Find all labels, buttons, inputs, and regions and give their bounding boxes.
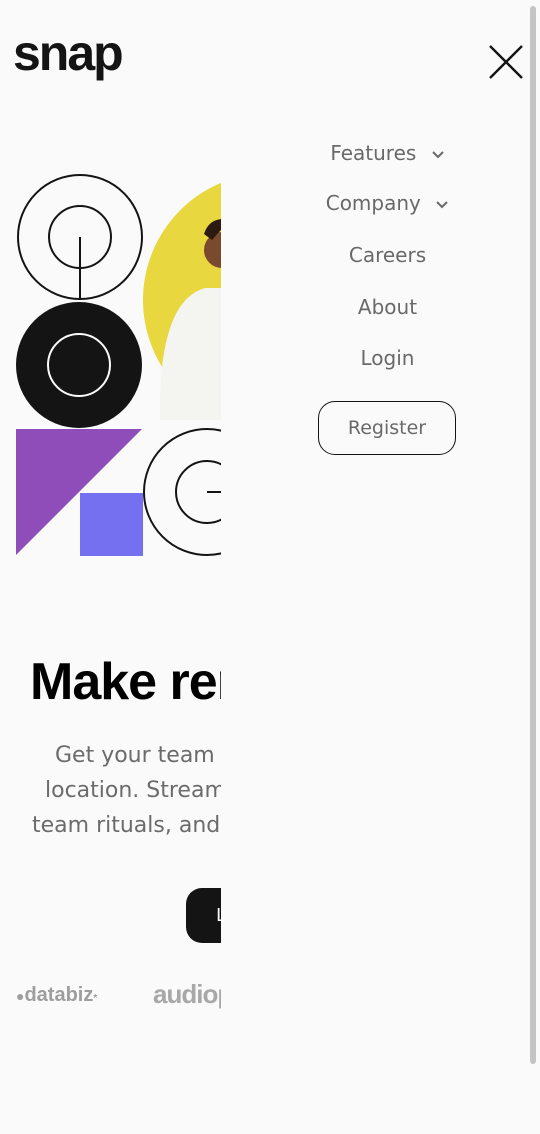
nav-item-careers[interactable]: Careers: [250, 243, 525, 267]
hero-description-line: team rituals, and watch productivity soa…: [32, 813, 221, 838]
nav-item-label: Company: [325, 191, 421, 215]
close-icon: [489, 45, 523, 79]
audiophile-logo: audiophile: [153, 979, 221, 1009]
nav-item-label: Features: [330, 141, 417, 165]
learn-more-button[interactable]: Learn more: [186, 888, 221, 943]
hero-title: Make remote work: [30, 653, 221, 711]
nav-item-label: Login: [360, 346, 415, 370]
nav-item-about[interactable]: About: [250, 295, 525, 319]
nav-item-company[interactable]: Company: [250, 191, 525, 215]
close-menu-button[interactable]: [486, 42, 526, 82]
page-content: Make remote work Get your team in sync, …: [0, 0, 221, 1134]
nav-item-label: Careers: [348, 243, 427, 267]
databiz-logo: ●databiz*: [16, 984, 98, 1006]
hero-illustration: [16, 174, 221, 556]
client-logo-text: audiophile: [153, 979, 221, 1009]
nav-item-features[interactable]: Features: [250, 141, 525, 165]
nav-item-login[interactable]: Login: [250, 346, 525, 370]
scrollbar-thumb[interactable]: [530, 6, 536, 1064]
client-logo-text: databiz: [24, 984, 94, 1006]
chevron-down-icon: [436, 200, 448, 208]
nav-item-label: About: [357, 295, 418, 319]
chevron-down-icon: [431, 150, 444, 158]
hero-description-line: location. Streamline processes, create: [45, 778, 221, 803]
hero-description-line: Get your team in sync, no matter your: [55, 743, 221, 768]
register-button[interactable]: Register: [318, 401, 456, 455]
